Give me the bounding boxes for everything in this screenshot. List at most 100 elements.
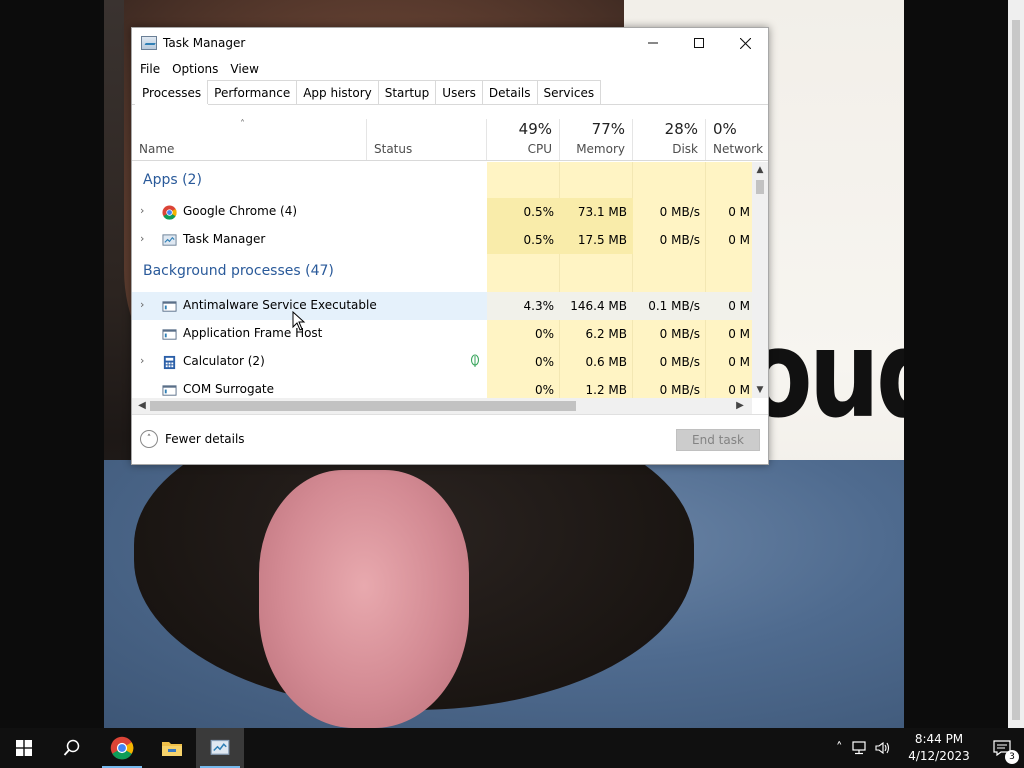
column-status[interactable]: Status — [367, 119, 487, 160]
tab-services[interactable]: Services — [536, 80, 602, 104]
suspended-leaf-icon — [470, 354, 480, 367]
disk-value: 0 MB/s — [659, 205, 700, 219]
sort-arrow-icon: ˄ — [240, 119, 245, 130]
search-icon — [63, 739, 80, 756]
memory-value: 17.5 MB — [577, 233, 627, 247]
chrome-icon — [162, 205, 177, 220]
group-background-title: Background processes (47) — [143, 263, 334, 279]
process-name: Task Manager — [183, 232, 266, 246]
taskbar-file-explorer[interactable] — [148, 728, 196, 768]
process-row-antimalware[interactable]: › Antimalware Service Executable 4.3% 14… — [132, 292, 752, 320]
minimize-button[interactable] — [630, 28, 676, 58]
clock[interactable]: 8:44 PM 4/12/2023 — [905, 731, 973, 765]
tab-app-history[interactable]: App history — [296, 80, 379, 104]
cpu-value: 0% — [534, 355, 554, 369]
memory-percent: 77% — [591, 120, 625, 138]
memory-value: 73.1 MB — [577, 205, 627, 219]
taskbar-task-manager[interactable] — [196, 728, 244, 768]
expand-chevron-icon[interactable]: › — [140, 204, 150, 218]
scroll-up-icon[interactable]: ▲ — [752, 162, 768, 178]
start-button[interactable] — [0, 728, 48, 768]
menu-options[interactable]: Options — [166, 62, 224, 76]
process-row-calculator[interactable]: › Calculator (2) 0% 0.6 MB 0 MB/s 0 M — [132, 348, 752, 376]
close-icon — [739, 37, 751, 49]
memory-value: 0.6 MB — [585, 355, 627, 369]
fewer-details-label: Fewer details — [165, 432, 245, 446]
process-list: Apps (2) › Google Chrome (4) 0.5% 73.1 M… — [132, 162, 752, 398]
group-header-apps[interactable]: Apps (2) — [132, 168, 752, 196]
list-vertical-scrollbar[interactable]: ▲ ▼ — [752, 162, 768, 398]
network-label: Network — [713, 142, 764, 156]
column-memory[interactable]: 77% Memory — [560, 119, 633, 160]
group-header-background[interactable]: Background processes (47) — [132, 258, 752, 288]
cpu-value: 0% — [534, 383, 554, 397]
disk-percent: 28% — [664, 120, 698, 138]
scroll-left-icon[interactable]: ◀ — [134, 398, 150, 414]
cpu-label: CPU — [527, 142, 552, 156]
process-row-app-frame-host[interactable]: Application Frame Host 0% 6.2 MB 0 MB/s … — [132, 320, 752, 348]
volume-icon[interactable] — [874, 741, 891, 755]
system-tray: ˄ — [836, 728, 891, 768]
network-percent: 0% — [713, 120, 737, 138]
network-icon[interactable] — [851, 741, 867, 755]
menu-file[interactable]: File — [134, 62, 166, 76]
scroll-right-icon[interactable]: ▶ — [732, 398, 748, 414]
horizontal-scroll-thumb[interactable] — [150, 401, 576, 411]
screen-scrollbar[interactable] — [1008, 0, 1024, 728]
taskbar: ˄ 8:44 PM 4/12/2023 3 — [0, 728, 1024, 768]
footer: ˄ Fewer details End task — [132, 414, 768, 464]
task-manager-window: Task Manager File Options View Processes… — [131, 27, 769, 465]
expand-chevron-icon[interactable]: › — [140, 298, 150, 312]
network-value: 0 M — [728, 383, 750, 397]
title-bar[interactable]: Task Manager — [132, 28, 768, 58]
cpu-value: 0.5% — [523, 205, 555, 219]
tab-performance[interactable]: Performance — [207, 80, 298, 104]
fewer-details-button[interactable]: ˄ Fewer details — [140, 430, 245, 448]
screen-scrollbar-thumb[interactable] — [1012, 20, 1020, 720]
cpu-value: 0% — [534, 327, 554, 341]
window-title: Task Manager — [163, 36, 246, 50]
column-name-label: Name — [139, 142, 175, 156]
column-status-label: Status — [374, 142, 413, 156]
taskbar-chrome[interactable] — [98, 728, 146, 768]
end-task-button[interactable]: End task — [676, 429, 760, 451]
process-name: COM Surrogate — [183, 382, 275, 396]
tab-details[interactable]: Details — [481, 80, 538, 104]
expand-chevron-icon[interactable]: › — [140, 354, 150, 368]
folder-icon — [162, 742, 182, 756]
service-icon — [162, 301, 177, 312]
clock-date: 4/12/2023 — [908, 749, 970, 763]
menu-bar: File Options View — [132, 58, 768, 80]
disk-label: Disk — [672, 142, 698, 156]
tab-users[interactable]: Users — [435, 80, 483, 104]
column-disk[interactable]: 28% Disk — [633, 119, 706, 160]
close-button[interactable] — [722, 28, 768, 58]
scroll-down-icon[interactable]: ▼ — [752, 382, 768, 398]
column-name[interactable]: ˄ Name — [132, 119, 367, 160]
process-name: Antimalware Service Executable — [183, 298, 377, 312]
show-hidden-icons-chevron-icon[interactable]: ˄ — [836, 741, 843, 756]
process-row-com-surrogate[interactable]: COM Surrogate 0% 1.2 MB 0 MB/s 0 M — [132, 376, 752, 398]
search-button[interactable] — [48, 728, 96, 768]
calculator-icon — [163, 355, 176, 370]
expand-chevron-icon[interactable]: › — [140, 232, 150, 246]
list-horizontal-scrollbar[interactable]: ◀ ▶ — [132, 398, 752, 414]
vertical-scroll-thumb[interactable] — [756, 180, 764, 194]
process-row-chrome[interactable]: › Google Chrome (4) 0.5% 73.1 MB 0 MB/s … — [132, 198, 752, 226]
tab-startup[interactable]: Startup — [377, 80, 437, 104]
column-network[interactable]: 0% Network — [706, 119, 768, 160]
tab-processes[interactable]: Processes — [135, 79, 209, 105]
minimize-icon — [648, 42, 658, 44]
mouse-cursor-icon — [292, 311, 306, 331]
column-cpu[interactable]: 49% CPU — [487, 119, 560, 160]
process-row-task-manager[interactable]: › Task Manager 0.5% 17.5 MB 0 MB/s 0 M — [132, 226, 752, 254]
menu-view[interactable]: View — [224, 62, 264, 76]
maximize-button[interactable] — [676, 28, 722, 58]
disk-value: 0.1 MB/s — [648, 299, 700, 313]
column-header: ˄ Name Status 49% CPU 77% Memory 28% Dis… — [132, 119, 768, 161]
action-center-button[interactable]: 3 — [980, 728, 1024, 768]
network-value: 0 M — [728, 205, 750, 219]
network-value: 0 M — [728, 355, 750, 369]
group-apps-title: Apps (2) — [143, 172, 202, 188]
memory-label: Memory — [576, 142, 625, 156]
